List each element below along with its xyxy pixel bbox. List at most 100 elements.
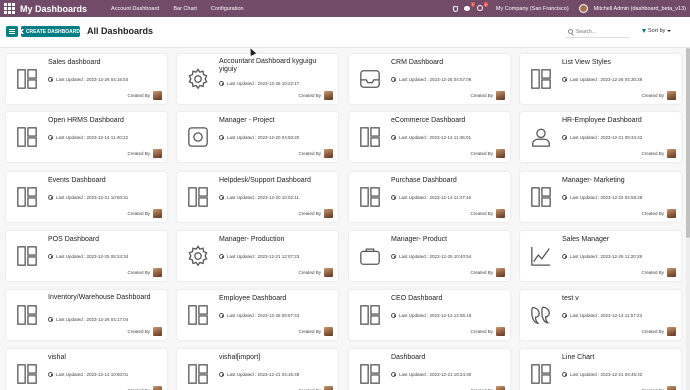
dashboard-card[interactable]: test v Last Updated : 2023-12-14 11:57:23… xyxy=(520,290,681,340)
creator-avatar xyxy=(496,209,505,218)
dashboard-card[interactable]: Employee Dashboard Last Updated : 2023-12… xyxy=(177,290,338,340)
last-updated-text: Last Updated : 2023-12-22 04:58:28 xyxy=(570,195,643,200)
bug-icon[interactable] xyxy=(452,5,458,12)
creator-avatar xyxy=(496,327,505,336)
dashboard-card[interactable]: Manager- Production Last Updated : 2023-1… xyxy=(177,231,338,281)
dashboard-card[interactable]: Manager- Marketing Last Updated : 2023-12… xyxy=(520,172,681,222)
dashboard-card[interactable]: vishal[import] Last Updated : 2023-12-21 … xyxy=(177,349,338,390)
card-created-by: Created By xyxy=(470,268,505,277)
user-menu[interactable]: Mitchell Admin (dashboard_beta_v13) xyxy=(594,6,686,12)
card-title[interactable]: Sales dashboard xyxy=(48,59,162,67)
menu-bar-chart[interactable]: Bar Chart xyxy=(173,6,197,12)
card-created-by: Created By xyxy=(641,268,676,277)
card-title[interactable]: HR-Employee Dashboard xyxy=(562,117,676,125)
sort-by-dropdown[interactable]: Sort by xyxy=(642,28,672,34)
page-title: All Dashboards xyxy=(87,26,154,36)
dashboard-card[interactable]: Manager - Project Last Updated : 2023-12-… xyxy=(177,112,338,162)
card-title[interactable]: Manager- Production xyxy=(219,236,333,244)
card-title[interactable]: CEO Dashboard xyxy=(391,295,505,303)
card-title[interactable]: vishal xyxy=(48,354,162,362)
search-icon[interactable] xyxy=(568,29,573,34)
dashboard-card[interactable]: Dashboard Last Updated : 2023-12-21 10:24… xyxy=(349,349,510,390)
search-input[interactable] xyxy=(576,28,626,35)
last-updated-text: Last Updated : 2023-12-26 04:17:04 xyxy=(56,317,129,322)
apps-menu-icon[interactable] xyxy=(2,2,16,16)
layout-grid-icon xyxy=(187,363,209,385)
company-switcher[interactable]: My Company (San Francisco) xyxy=(496,6,569,12)
last-updated-text: Last Updated : 2023-12-21 09:34:42 xyxy=(570,135,643,140)
dashboard-card[interactable]: Sales dashboard Last Updated : 2023-12-26… xyxy=(6,54,167,104)
dashboard-card[interactable]: Helpdesk/Support Dashboard Last Updated :… xyxy=(177,172,338,222)
card-title[interactable]: Dashboard xyxy=(391,354,505,362)
card-title[interactable]: Open HRMS Dashboard xyxy=(48,117,162,125)
clock-icon xyxy=(219,81,224,86)
scrollbar[interactable] xyxy=(686,48,690,390)
created-by-label: Created By xyxy=(127,329,150,334)
control-panel: CREATE DASHBOARD All Dashboards Sort by xyxy=(0,17,690,48)
dashboard-card[interactable]: Line Chart Last Updated : 2023-12-21 04:4… xyxy=(520,349,681,390)
dashboard-card[interactable]: CEO Dashboard Last Updated : 2023-12-12 1… xyxy=(349,290,510,340)
filter-icon xyxy=(642,29,646,33)
card-title[interactable]: CRM Dashboard xyxy=(391,59,505,67)
card-title[interactable]: Manager- Marketing xyxy=(562,177,676,185)
last-updated-text: Last Updated : 2023-12-26 04:16:54 xyxy=(56,77,129,82)
dashboard-card[interactable]: Open HRMS Dashboard Last Updated : 2023-1… xyxy=(6,112,167,162)
dashboard-card[interactable]: Inventory/Warehouse Dashboard Last Update… xyxy=(6,290,167,340)
dashboard-card[interactable]: vishal Last Updated : 2023-12-14 10:50:01… xyxy=(6,349,167,390)
dashboard-card[interactable]: Purchase Dashboard Last Updated : 2023-12… xyxy=(349,172,510,222)
card-created-by: Created By xyxy=(641,327,676,336)
card-title[interactable]: Sales Manager xyxy=(562,236,676,244)
clock-icon xyxy=(391,254,396,259)
card-title[interactable]: eCommerce Dashboard xyxy=(391,117,505,125)
sidebar-toggle-button[interactable] xyxy=(6,26,18,37)
dashboard-card[interactable]: Accountant Dashboard kyguigu yiguiy Last … xyxy=(177,54,338,104)
card-title[interactable]: POS Dashboard xyxy=(48,236,162,244)
card-created-by: Created By xyxy=(470,386,505,390)
card-title[interactable]: test v xyxy=(562,295,676,303)
layout-grid-icon xyxy=(530,363,552,385)
dashboard-card[interactable]: Manager- Product Last Updated : 2023-12-2… xyxy=(349,231,510,281)
dashboard-card[interactable]: HR-Employee Dashboard Last Updated : 2023… xyxy=(520,112,681,162)
create-dashboard-button[interactable]: CREATE DASHBOARD xyxy=(21,26,80,37)
user-avatar[interactable] xyxy=(578,4,588,13)
card-last-updated: Last Updated : 2023-12-26 04:30:29 xyxy=(562,77,642,82)
last-updated-text: Last Updated : 2023-12-14 11:40:22 xyxy=(56,135,128,140)
chat-badge: 7 xyxy=(470,2,475,7)
clock-icon[interactable]: 6 xyxy=(476,2,488,12)
chat-icon[interactable]: 7 xyxy=(463,2,475,12)
card-title[interactable]: Accountant Dashboard kyguigu yiguiy xyxy=(219,58,333,74)
card-created-by: Created By xyxy=(127,327,162,336)
dashboard-card[interactable]: eCommerce Dashboard Last Updated : 2023-1… xyxy=(349,112,510,162)
creator-avatar xyxy=(667,91,676,100)
app-brand[interactable]: My Dashboards xyxy=(20,4,87,14)
card-title[interactable]: vishal[import] xyxy=(219,354,333,362)
creator-avatar xyxy=(667,327,676,336)
card-title[interactable]: Helpdesk/Support Dashboard xyxy=(219,177,333,185)
dashboard-card[interactable]: POS Dashboard Last Updated : 2023-12-25 0… xyxy=(6,231,167,281)
dashboard-card[interactable]: CRM Dashboard Last Updated : 2023-12-25 0… xyxy=(349,54,510,104)
last-updated-text: Last Updated : 2023-12-20 04:50:20 xyxy=(227,135,300,140)
creator-avatar xyxy=(324,91,333,100)
card-title[interactable]: Manager - Project xyxy=(219,117,333,125)
card-last-updated: Last Updated : 2023-12-21 10:50:31 xyxy=(48,195,128,200)
layout-grid-icon xyxy=(359,363,381,385)
scrollbar-thumb[interactable] xyxy=(686,48,690,238)
menu-account-dashboard[interactable]: Account Dashboard xyxy=(111,6,159,12)
layout-grid-icon xyxy=(16,126,38,148)
last-updated-text: Last Updated : 2023-12-20 10:02:11 xyxy=(227,195,299,200)
creator-avatar xyxy=(496,91,505,100)
card-title[interactable]: Inventory/Warehouse Dashboard xyxy=(48,294,162,302)
card-title[interactable]: Employee Dashboard xyxy=(219,295,333,303)
card-title[interactable]: List View Styles xyxy=(562,59,676,67)
dashboard-card[interactable]: List View Styles Last Updated : 2023-12-2… xyxy=(520,54,681,104)
card-title[interactable]: Line Chart xyxy=(562,354,676,362)
card-title[interactable]: Manager- Product xyxy=(391,236,505,244)
card-title[interactable]: Events Dashboard xyxy=(48,177,162,185)
card-created-by: Created By xyxy=(127,386,162,390)
dashboard-card[interactable]: Events Dashboard Last Updated : 2023-12-2… xyxy=(6,172,167,222)
created-by-label: Created By xyxy=(298,329,321,334)
menu-configuration[interactable]: Configuration xyxy=(211,6,244,12)
dashboard-card[interactable]: Sales Manager Last Updated : 2023-12-26 1… xyxy=(520,231,681,281)
clock-icon xyxy=(562,195,567,200)
card-title[interactable]: Purchase Dashboard xyxy=(391,177,505,185)
